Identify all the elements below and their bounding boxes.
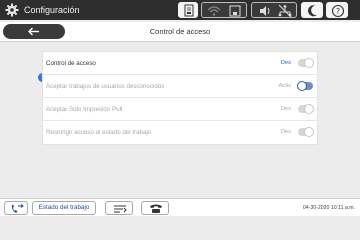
phone-transfer-button[interactable] bbox=[4, 201, 28, 215]
date-time: 04-30-2020 10:11 a.m. bbox=[302, 205, 355, 211]
toggle-switch[interactable] bbox=[298, 127, 314, 137]
setting-row-restrict-job-status[interactable]: Restringir acceso al estado del trabajo … bbox=[43, 121, 319, 144]
job-status-label: Estado del trabajo bbox=[38, 204, 90, 211]
setting-label: Aceptar Solo Impresión Pull bbox=[46, 106, 123, 113]
setting-row-pull-print-only[interactable]: Aceptar Solo Impresión Pull Des bbox=[43, 98, 319, 121]
speaker-icon bbox=[260, 6, 270, 16]
phone-icon bbox=[150, 204, 162, 213]
help-button[interactable]: ? bbox=[326, 2, 348, 18]
ethernet-icon bbox=[229, 5, 241, 17]
toggle-knob bbox=[304, 58, 314, 68]
document-status-icon bbox=[184, 4, 194, 17]
setting-label: Control de acceso bbox=[46, 60, 96, 67]
top-status-bar: Configuración ? bbox=[0, 0, 360, 20]
device-status-button[interactable] bbox=[251, 2, 297, 18]
toggle-switch[interactable] bbox=[298, 104, 314, 114]
fax-icon bbox=[114, 205, 127, 213]
bottom-bar: Estado del trabajo 04-30-2020 10:11 a.m. bbox=[0, 198, 360, 216]
setting-row-access-control[interactable]: Control de acceso Des bbox=[43, 52, 319, 75]
page-header: Control de acceso bbox=[0, 22, 360, 42]
network-off-icon bbox=[278, 4, 292, 18]
setting-value: Des bbox=[280, 106, 291, 112]
job-status-footer-button[interactable]: Estado del trabajo bbox=[32, 201, 96, 215]
help-icon: ? bbox=[331, 4, 345, 18]
setting-label: Aceptar trabajos de usuarios desconocido… bbox=[46, 83, 165, 90]
job-status-button[interactable] bbox=[178, 2, 198, 18]
wifi-icon bbox=[207, 6, 221, 16]
sleep-button[interactable] bbox=[301, 2, 323, 18]
page-title: Control de acceso bbox=[149, 27, 211, 36]
settings-list: Control de acceso Des Aceptar trabajos d… bbox=[42, 51, 319, 145]
setting-row-accept-unknown-users[interactable]: Aceptar trabajos de usuarios desconocido… bbox=[43, 75, 319, 98]
toggle-knob bbox=[304, 127, 314, 137]
toggle-switch[interactable] bbox=[298, 58, 314, 68]
network-status-button[interactable] bbox=[201, 2, 247, 18]
toggle-knob bbox=[297, 81, 307, 91]
app-title: Configuración bbox=[24, 5, 80, 15]
sleep-moon-icon bbox=[307, 5, 317, 17]
fax-button[interactable] bbox=[105, 201, 133, 215]
setting-value: Des bbox=[280, 60, 291, 66]
svg-text:?: ? bbox=[336, 7, 340, 16]
setting-value: Des bbox=[280, 129, 291, 135]
phone-button[interactable] bbox=[141, 201, 169, 215]
gear-icon bbox=[5, 3, 19, 17]
toggle-switch[interactable] bbox=[297, 81, 313, 91]
setting-label: Restringir acceso al estado del trabajo bbox=[46, 129, 152, 136]
phone-transfer-icon bbox=[11, 204, 24, 213]
setting-value: Activ bbox=[278, 83, 291, 89]
toggle-knob bbox=[304, 104, 314, 114]
